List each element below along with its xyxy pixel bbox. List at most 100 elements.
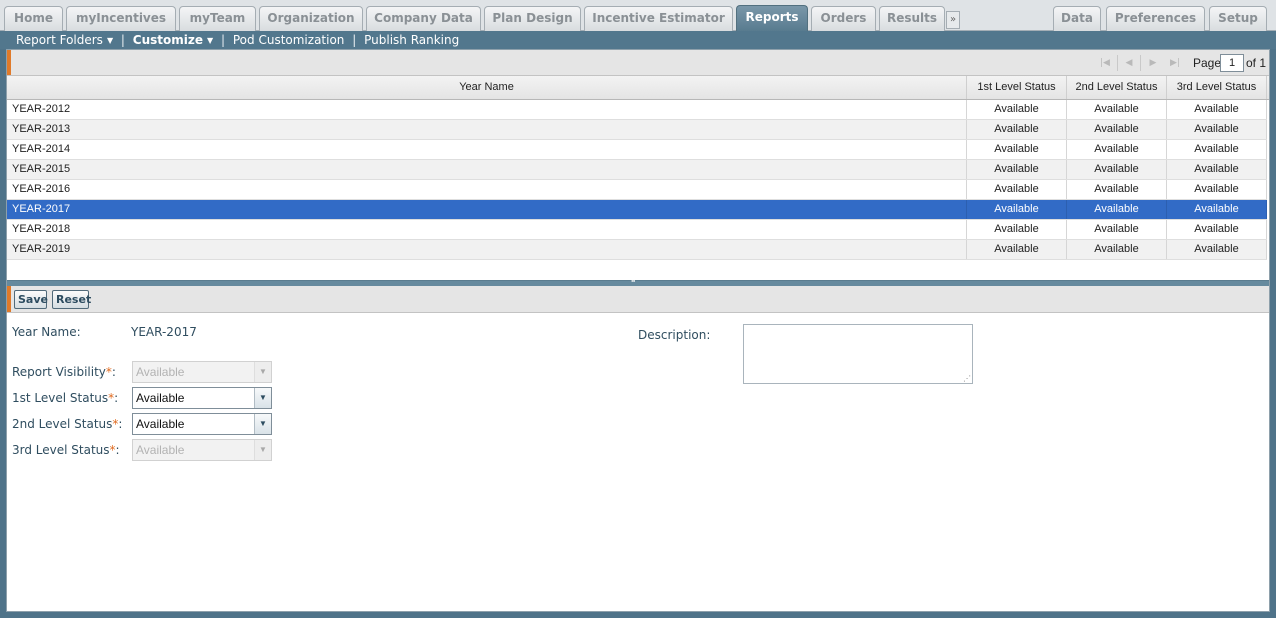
level3-status-cell: Available xyxy=(1167,140,1267,159)
level2-status-cell: Available xyxy=(1067,200,1167,219)
tab-home[interactable]: Home xyxy=(4,6,63,31)
tab-setup[interactable]: Setup xyxy=(1209,6,1267,31)
level1-status-cell: Available xyxy=(967,100,1067,119)
prev-page-icon[interactable]: ◀ xyxy=(1123,57,1135,69)
last-page-icon[interactable]: ▶| xyxy=(1169,57,1181,69)
main-tab-bar: Home myIncentives myTeam Organization Co… xyxy=(0,0,1276,31)
table-row[interactable]: YEAR-2012 Available Available Available xyxy=(7,100,1267,120)
year-name-cell: YEAR-2014 xyxy=(7,140,967,159)
level3-status-cell: Available xyxy=(1167,100,1267,119)
report-visibility-select: Available ▼ xyxy=(132,361,272,383)
table-row[interactable]: YEAR-2014 Available Available Available xyxy=(7,140,1267,160)
level3-status-select: Available ▼ xyxy=(132,439,272,461)
level2-status-cell: Available xyxy=(1067,140,1167,159)
tab-reports[interactable]: Reports xyxy=(736,5,808,31)
level2-status-cell: Available xyxy=(1067,160,1167,179)
year-name-cell: YEAR-2012 xyxy=(7,100,967,119)
level1-status-cell: Available xyxy=(967,200,1067,219)
resize-handle-icon[interactable]: ⋰ xyxy=(963,375,971,383)
column-header-1st-level-status[interactable]: 1st Level Status xyxy=(967,76,1067,99)
year-name-label: Year Name: xyxy=(12,325,81,339)
subnav-separator: | xyxy=(120,33,125,47)
form-toolbar: Save Reset xyxy=(7,286,1269,313)
tab-orders[interactable]: Orders xyxy=(811,6,876,31)
subnav-separator: | xyxy=(352,33,357,47)
tab-plan-design[interactable]: Plan Design xyxy=(484,6,581,31)
level3-status-cell: Available xyxy=(1167,180,1267,199)
main-panel: |◀ ◀ ▶ ▶| Page 1 of 1 Year Name 1st Leve… xyxy=(6,49,1270,612)
subnav-customize[interactable]: Customize ▼ xyxy=(133,31,213,50)
subnav-separator: | xyxy=(221,33,226,47)
report-visibility-label: Report Visibility*: xyxy=(12,365,116,379)
sub-navigation: Report Folders ▼ | Customize ▼ | Pod Custo… xyxy=(0,31,1276,49)
column-header-3rd-level-status[interactable]: 3rd Level Status xyxy=(1167,76,1267,99)
level1-status-label: 1st Level Status*: xyxy=(12,391,119,405)
subnav-pod-customization[interactable]: Pod Customization xyxy=(233,31,345,49)
subnav-publish-ranking[interactable]: Publish Ranking xyxy=(364,31,459,49)
level2-status-cell: Available xyxy=(1067,120,1167,139)
year-name-cell: YEAR-2013 xyxy=(7,120,967,139)
level1-status-cell: Available xyxy=(967,220,1067,239)
level3-status-cell: Available xyxy=(1167,200,1267,219)
table-row[interactable]: YEAR-2017 Available Available Available xyxy=(7,200,1267,220)
level1-status-select[interactable]: Available ▼ xyxy=(132,387,272,409)
page-total-label: of 1 xyxy=(1246,56,1267,70)
level3-status-cell: Available xyxy=(1167,120,1267,139)
column-header-2nd-level-status[interactable]: 2nd Level Status xyxy=(1067,76,1167,99)
chevron-down-icon: ▼ xyxy=(106,36,114,45)
table-row[interactable]: YEAR-2016 Available Available Available xyxy=(7,180,1267,200)
year-name-cell: YEAR-2018 xyxy=(7,220,967,239)
accent-edge xyxy=(7,286,11,312)
tab-preferences[interactable]: Preferences xyxy=(1106,6,1205,31)
chevron-down-icon: ▼ xyxy=(254,440,271,460)
level2-status-cell: Available xyxy=(1067,100,1167,119)
level2-status-cell: Available xyxy=(1067,240,1167,259)
level3-status-cell: Available xyxy=(1167,240,1267,259)
level2-status-cell: Available xyxy=(1067,180,1167,199)
next-page-icon[interactable]: ▶ xyxy=(1147,57,1159,69)
grid-toolbar: |◀ ◀ ▶ ▶| Page 1 of 1 xyxy=(7,50,1269,76)
level3-status-label: 3rd Level Status*: xyxy=(12,443,120,457)
column-header-year-name[interactable]: Year Name xyxy=(7,76,967,99)
save-button[interactable]: Save xyxy=(14,290,48,309)
edit-form: Year Name: YEAR-2017 Description: ⋰ Repo… xyxy=(7,313,1269,611)
subnav-report-folders[interactable]: Report Folders ▼ xyxy=(16,31,113,50)
year-name-cell: YEAR-2016 xyxy=(7,180,967,199)
chevron-down-icon: ▼ xyxy=(254,362,271,382)
more-tabs-button[interactable]: » xyxy=(946,11,960,29)
tab-myincentives[interactable]: myIncentives xyxy=(66,6,176,31)
chevron-down-icon[interactable]: ▼ xyxy=(254,388,271,408)
year-name-value: YEAR-2017 xyxy=(131,325,197,339)
year-name-cell: YEAR-2015 xyxy=(7,160,967,179)
tab-organization[interactable]: Organization xyxy=(259,6,363,31)
grid-header: Year Name 1st Level Status 2nd Level Sta… xyxy=(7,76,1269,100)
pager-separator xyxy=(1140,55,1141,71)
tab-incentive-estimator[interactable]: Incentive Estimator xyxy=(584,6,733,31)
level3-status-cell: Available xyxy=(1167,220,1267,239)
page-label: Page xyxy=(1193,56,1222,70)
level3-status-cell: Available xyxy=(1167,160,1267,179)
tab-data[interactable]: Data xyxy=(1053,6,1101,31)
level2-status-label: 2nd Level Status*: xyxy=(12,417,123,431)
table-row[interactable]: YEAR-2018 Available Available Available xyxy=(7,220,1267,240)
chevron-down-icon[interactable]: ▼ xyxy=(254,414,271,434)
table-row[interactable]: YEAR-2019 Available Available Available xyxy=(7,240,1267,260)
tab-company-data[interactable]: Company Data xyxy=(366,6,481,31)
description-label: Description: xyxy=(638,328,711,342)
level2-status-cell: Available xyxy=(1067,220,1167,239)
grid-body: YEAR-2012 Available Available Available YEAR… xyxy=(7,100,1269,260)
reset-button[interactable]: Reset xyxy=(52,290,91,309)
tab-myteam[interactable]: myTeam xyxy=(179,6,256,31)
table-row[interactable]: YEAR-2013 Available Available Available xyxy=(7,120,1267,140)
pager-separator xyxy=(1117,55,1118,71)
level1-status-cell: Available xyxy=(967,160,1067,179)
year-name-cell: YEAR-2017 xyxy=(7,200,967,219)
first-page-icon[interactable]: |◀ xyxy=(1099,57,1111,69)
description-textarea[interactable]: ⋰ xyxy=(743,324,973,384)
level1-status-cell: Available xyxy=(967,240,1067,259)
page-number-input[interactable]: 1 xyxy=(1220,54,1244,72)
tab-results[interactable]: Results xyxy=(879,6,945,31)
level2-status-select[interactable]: Available ▼ xyxy=(132,413,272,435)
level1-status-cell: Available xyxy=(967,180,1067,199)
table-row[interactable]: YEAR-2015 Available Available Available xyxy=(7,160,1267,180)
